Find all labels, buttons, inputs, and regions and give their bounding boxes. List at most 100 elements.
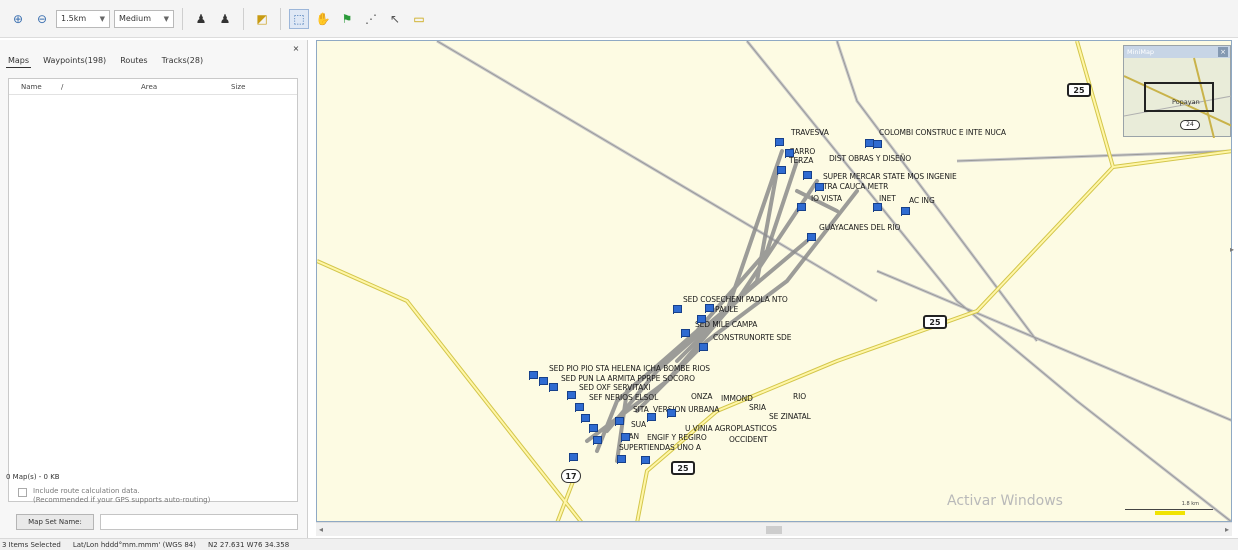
waypoint-flag-icon[interactable] [589, 424, 598, 433]
waypoint-label[interactable]: RIO [793, 392, 806, 401]
waypoint-label[interactable]: SED OXF SERVITAXI [579, 383, 650, 392]
waypoint-label[interactable]: SE ZINATAL [769, 412, 811, 421]
map-tool-icon[interactable]: ◩ [252, 9, 272, 29]
distance-select[interactable]: 1.5km ▼ [56, 9, 110, 28]
waypoint-label[interactable]: CONSTRUNORTE SDE [713, 333, 791, 342]
waypoint-label[interactable]: PAULE [715, 305, 738, 314]
minimap-viewport[interactable] [1144, 82, 1214, 112]
toolbar-divider [243, 7, 244, 30]
waypoint-label[interactable]: TRA CAUCA METR [823, 182, 888, 191]
close-icon[interactable]: × [291, 44, 301, 54]
hand-tool-icon[interactable]: ✋ [313, 9, 333, 29]
waypoint-tool-icon[interactable]: ⚑ [337, 9, 357, 29]
waypoint-flag-icon[interactable] [699, 343, 708, 352]
scroll-left-icon[interactable]: ◂ [319, 525, 323, 534]
tab-maps[interactable]: Maps [6, 54, 32, 68]
horizontal-scrollbar[interactable]: ◂ ▸ [316, 522, 1232, 536]
waypoint-label[interactable]: INET [879, 194, 896, 203]
highway-shield: 24 [1180, 120, 1200, 130]
waypoint-label[interactable]: SEF NERIOS ELSOL [589, 393, 658, 402]
selection-status: 3 Items Selected [2, 540, 61, 549]
sort-indicator: / [61, 82, 64, 91]
send-to-device-icon[interactable]: ♟ [191, 9, 211, 29]
maps-list[interactable]: Name / Area Size [8, 78, 298, 502]
waypoint-flag-icon[interactable] [775, 138, 784, 147]
waypoint-label[interactable]: SUPER MERCAR STATE MOS INGENIE [823, 172, 957, 181]
waypoint-label[interactable]: TRAVESVA [791, 128, 829, 137]
waypoint-flag-icon[interactable] [641, 456, 650, 465]
detail-value: Medium [119, 14, 151, 23]
column-area[interactable]: Area [129, 83, 219, 91]
pointer-tool-icon[interactable]: ↖ [385, 9, 405, 29]
map-set-name-button[interactable]: Map Set Name: [16, 514, 94, 530]
minimap[interactable]: MiniMap × Popayan 24 [1123, 45, 1231, 138]
waypoint-label[interactable]: TERZA [789, 156, 813, 165]
waypoint-label[interactable]: SUPERTIENDAS UNO A [619, 443, 701, 452]
receive-from-device-icon[interactable]: ♟ [215, 9, 235, 29]
waypoint-flag-icon[interactable] [815, 183, 824, 192]
waypoint-label[interactable]: SRIA [749, 403, 766, 412]
waypoint-label[interactable]: IMMOND [721, 394, 753, 403]
waypoint-flag-icon[interactable] [615, 417, 624, 426]
waypoint-flag-icon[interactable] [807, 233, 816, 242]
waypoint-label[interactable]: U VINIA AGROPLASTICOS [685, 424, 777, 433]
highway-shield: 25 [1067, 83, 1091, 97]
waypoint-label[interactable]: DIST OBRAS Y DISEÑO [829, 154, 911, 163]
coordinate-format: Lat/Lon hddd°mm.mmm' (WGS 84) [72, 540, 196, 549]
select-tool-icon[interactable]: ⬚ [289, 8, 309, 29]
waypoint-flag-icon[interactable] [873, 140, 882, 149]
waypoint-flag-icon[interactable] [569, 453, 578, 462]
map-set-name-input[interactable] [100, 514, 298, 530]
zoom-out-icon[interactable]: ⊖ [32, 9, 52, 29]
waypoint-flag-icon[interactable] [549, 383, 558, 392]
waypoint-flag-icon[interactable] [673, 305, 682, 314]
waypoint-flag-icon[interactable] [705, 304, 714, 313]
measure-tool-icon[interactable]: ▭ [409, 9, 429, 29]
scroll-thumb[interactable] [766, 526, 782, 534]
waypoint-label[interactable]: SED COSECHENI PADLA NTO [683, 295, 788, 304]
include-route-checkbox[interactable] [18, 488, 27, 497]
route-tool-icon[interactable]: ⋰ [361, 9, 381, 29]
waypoint-flag-icon[interactable] [567, 391, 576, 400]
waypoint-label[interactable]: SUA [631, 420, 646, 429]
waypoint-flag-icon[interactable] [667, 409, 676, 418]
waypoint-flag-icon[interactable] [575, 403, 584, 412]
tab-tracks[interactable]: Tracks(28) [160, 54, 206, 68]
waypoint-flag-icon[interactable] [621, 433, 630, 442]
scroll-right-icon[interactable]: ▸ [1225, 525, 1229, 534]
waypoint-label[interactable]: ONZA [691, 392, 712, 401]
tab-waypoints[interactable]: Waypoints(198) [41, 54, 108, 68]
waypoint-flag-icon[interactable] [529, 371, 538, 380]
waypoint-flag-icon[interactable] [785, 149, 794, 158]
scale-segment [1155, 511, 1185, 515]
waypoint-label[interactable]: OCCIDENT [729, 435, 768, 444]
waypoint-flag-icon[interactable] [681, 329, 690, 338]
waypoint-flag-icon[interactable] [617, 455, 626, 464]
waypoint-label[interactable]: VERSION URBANA [653, 405, 719, 414]
waypoint-label[interactable]: ENGIF Y REGIRO [647, 433, 707, 442]
chevron-down-icon: ▼ [163, 14, 169, 23]
waypoint-flag-icon[interactable] [539, 377, 548, 386]
waypoint-flag-icon[interactable] [797, 203, 806, 212]
scroll-right-icon[interactable]: ▸ [1230, 245, 1234, 254]
column-name[interactable]: Name [9, 83, 49, 91]
waypoint-flag-icon[interactable] [647, 413, 656, 422]
waypoint-label[interactable]: SED PUN LA ARMITA PPRPE SOCORO [561, 374, 695, 383]
detail-select[interactable]: Medium ▼ [114, 9, 174, 28]
waypoint-label[interactable]: AC ING [909, 196, 935, 205]
waypoint-label[interactable]: SED PIO PIO STA HELENA ICHA BOMBE RIOS [549, 364, 710, 373]
waypoint-flag-icon[interactable] [873, 203, 882, 212]
tab-routes[interactable]: Routes [118, 54, 149, 68]
waypoint-flag-icon[interactable] [803, 171, 812, 180]
waypoint-flag-icon[interactable] [697, 315, 706, 324]
waypoint-flag-icon[interactable] [593, 436, 602, 445]
column-size[interactable]: Size [219, 83, 279, 91]
waypoint-flag-icon[interactable] [581, 414, 590, 423]
waypoint-label[interactable]: GUAYACANES DEL RIO [819, 223, 900, 232]
waypoint-flag-icon[interactable] [901, 207, 910, 216]
waypoint-label[interactable]: COLOMBI CONSTRUC E INTE NUCA [879, 128, 1006, 137]
waypoint-flag-icon[interactable] [777, 166, 786, 175]
map-view[interactable]: 25 25 25 17 TRAVESVA COLOMBI CONSTRUC E … [316, 40, 1232, 522]
zoom-in-icon[interactable]: ⊕ [8, 9, 28, 29]
waypoint-label[interactable]: IO VISTA [811, 194, 842, 203]
